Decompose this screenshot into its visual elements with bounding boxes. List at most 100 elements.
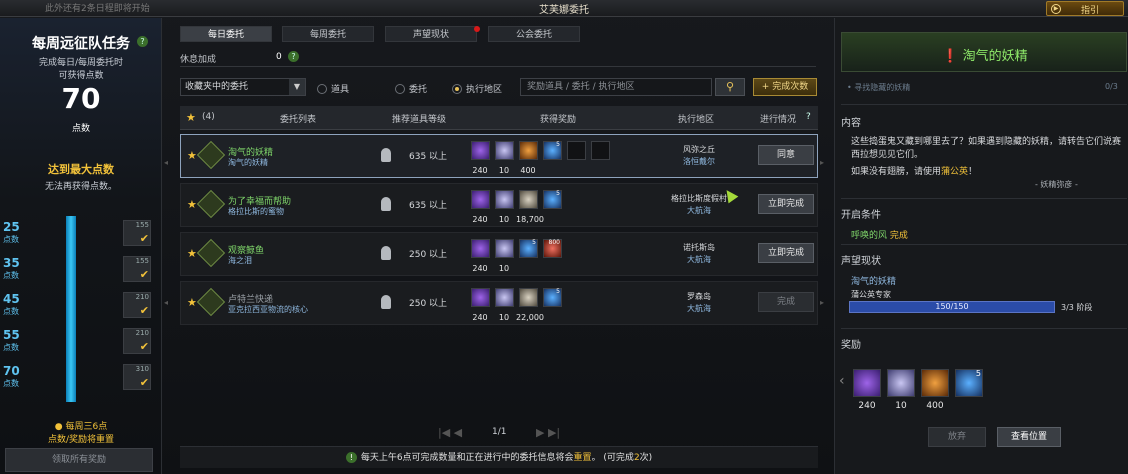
reset-warning-line2: 点数/奖励将重置 [47,435,115,445]
help-icon[interactable]: ? [288,51,299,62]
weekly-desc-line2: 可获得点数 [58,71,104,81]
chevron-left-icon[interactable]: ‹ [839,373,845,389]
reset-warning-text: 每周三6点 [65,422,108,432]
tier-reward-slot[interactable]: 155 ✔ [123,256,151,282]
reward-item-icon[interactable] [519,141,538,160]
claim-all-button[interactable]: 领取所有奖励 [5,448,153,472]
tier-unit: 点数 [3,271,19,280]
reward-item-icon[interactable] [495,239,514,258]
search-input[interactable]: 奖励道具 / 委托 / 执行地区 [520,78,712,96]
notice-post: 。 (可完成 [591,453,634,463]
reward-item-icon[interactable] [471,141,490,160]
abandon-button[interactable]: 放弃 [928,427,986,447]
reward-item-icon[interactable] [853,369,881,397]
tab-guild[interactable]: 公会委托 [488,26,580,42]
reward-item-icon[interactable] [495,288,514,307]
filter-select-value: 收藏夹中的委托 [185,82,249,92]
add-completions-button[interactable]: + 完成次数 [753,78,817,96]
prev-page-icon[interactable]: |◀ ◀ [438,426,462,439]
reward-item-icon[interactable] [471,288,490,307]
divider [841,104,1127,105]
favorite-star-icon[interactable]: ★ [187,296,197,309]
reward-item-icon[interactable]: 800 [543,239,562,258]
helmet-icon [381,246,391,260]
favorite-star-icon[interactable]: ★ [187,149,197,162]
tier-reward-slot[interactable]: 210 ✔ [123,328,151,354]
content-use-highlight: 蒲公英 [941,167,969,177]
search-icon[interactable]: ⚲ [715,78,745,96]
filter-select[interactable]: 收藏夹中的委托 ▼ [180,78,306,96]
max-points-sub: 无法再获得点数。 [44,182,117,192]
guide-button[interactable]: ▶ 指引 [1046,1,1124,16]
reputation-title: 蒲公英专家 [851,290,891,299]
complete-now-button[interactable]: 立即完成 [758,243,814,263]
reward-item-icon[interactable]: 5 [519,239,538,258]
help-icon[interactable]: ? [137,36,148,47]
reward-item-icon[interactable] [495,141,514,160]
region-area: 大航海 [687,206,711,215]
radio-label: 执行地区 [466,85,503,95]
table-row[interactable]: ★ 为了幸福而帮助 格拉比斯的蜜物 635 以上 240 10 18,700 5 格拉… [180,183,818,227]
favorite-star-icon[interactable]: ★ [186,111,196,124]
reward-item-icon[interactable] [519,288,538,307]
reward-amount: 240 [472,166,488,175]
divider [841,244,1127,245]
favorite-star-icon[interactable]: ★ [187,198,197,211]
tier-unit: 点数 [3,343,19,352]
reward-item-icon[interactable] [887,369,915,397]
complete-now-button[interactable]: 立即完成 [758,194,814,214]
reward-item-icon[interactable] [591,141,610,160]
reward-item-icon[interactable] [471,190,490,209]
reward-amount: 10 [498,215,510,224]
tier-unit: 点数 [3,307,19,316]
content-use-post: ！ [968,167,978,177]
reward-item-icon[interactable]: 5 [543,190,562,209]
recommended-level: 635 以上 [409,201,448,211]
completed-button[interactable]: 完成 [758,292,814,312]
radio-commission[interactable]: 委托 [395,82,427,95]
tier-reward-slot[interactable]: 210 ✔ [123,292,151,318]
reward-amount: 10 [498,313,510,322]
reward-item-icon[interactable]: 5 [543,288,562,307]
tier-reward-slot[interactable]: 155 ✔ [123,220,151,246]
favorite-star-icon[interactable]: ★ [187,247,197,260]
commission-sub: 格拉比斯的蜜物 [228,207,284,216]
recommended-level: 250 以上 [409,299,448,309]
table-row[interactable]: ★ 卢特兰快递 亚克拉西亚物流的核心 250 以上 240 10 22,000 5 罗… [180,281,818,325]
tier-unit: 点数 [3,379,19,388]
next-page-icon[interactable]: ▶ ▶| [536,426,560,439]
table-row[interactable]: ★ 淘气的妖精 淘气的妖精 635 以上 240 10 400 5 风弥之丘 洛恒戴尔… [180,134,818,178]
reward-item-icon[interactable] [495,190,514,209]
table-row[interactable]: ★ 观察鲸鱼 海之泪 250 以上 240 10 5 800 诺托斯岛 大航海 立即完… [180,232,818,276]
commission-emblem-icon [196,189,226,219]
col-rewards: 获得奖励 [540,115,577,125]
reward-item-icon[interactable] [471,239,490,258]
tab-daily[interactable]: 每日委托 [180,26,272,42]
tab-weekly[interactable]: 每周委托 [282,26,374,42]
content-use: 如果没有翅膀，请使用蒲公英！ [851,164,977,177]
reward-stack-count: 5 [975,369,981,378]
condition-text: 呼唤的风 [851,231,888,241]
accept-button[interactable]: 同意 [758,145,814,165]
reward-item-icon[interactable]: 5 [955,369,983,397]
reward-item-icon[interactable] [921,369,949,397]
radio-item[interactable]: 道具 [317,82,349,95]
view-location-button[interactable]: 查看位置 [997,427,1061,447]
help-icon[interactable]: ? [806,112,811,122]
tier-reward-slot[interactable]: 310 ✔ [123,364,151,390]
objective-text: • 寻找隐藏的妖精 [847,83,911,92]
tier-value: 45 [3,292,20,306]
chevron-left-icon: ◂ [164,158,169,167]
reward-item-icon[interactable]: 5 [543,141,562,160]
reward-item-icon[interactable] [519,190,538,209]
notification-dot [474,26,480,32]
region-area: 大航海 [687,304,711,313]
tab-reputation[interactable]: 声望现状 [385,26,477,42]
check-icon: ✔ [139,340,149,353]
notice-highlight: 重置 [573,453,592,463]
chevron-right-icon: ▸ [820,158,825,167]
weekly-desc-line1: 完成每日/每周委托时 [38,58,124,68]
radio-region[interactable]: 执行地区 [452,82,502,95]
reward-item-icon[interactable] [567,141,586,160]
commission-main: 每日委托 每周委托 声望现状 公会委托 休息加成 0 ? 收藏夹中的委托 ▼ 道具… [164,18,825,474]
